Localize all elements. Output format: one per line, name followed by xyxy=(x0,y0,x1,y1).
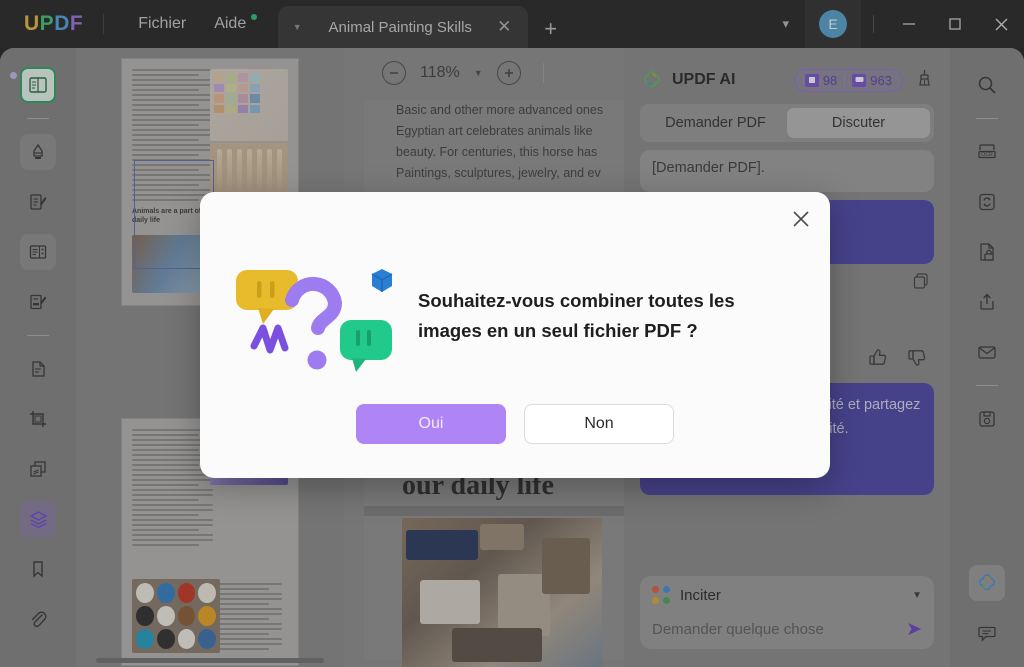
purple-squiggle xyxy=(250,324,289,354)
dialog-close-button[interactable] xyxy=(786,204,816,234)
updf-application-window: U P D F Fichier Aide ▼ Animal Painting S… xyxy=(0,0,1024,667)
dialog-actions: Oui Non xyxy=(200,404,830,444)
close-icon xyxy=(793,211,809,227)
purple-question-mark xyxy=(285,276,343,370)
confirm-button[interactable]: Oui xyxy=(356,404,506,444)
blue-cube xyxy=(371,269,393,292)
dialog-message: Souhaitez-vous combiner toutes les image… xyxy=(418,290,735,341)
question-mark-illustration xyxy=(232,262,402,382)
green-speech-bubble xyxy=(340,320,392,372)
cancel-button[interactable]: Non xyxy=(524,404,674,444)
combine-images-dialog: Souhaitez-vous combiner toutes les image… xyxy=(200,192,830,478)
dialog-body: Souhaitez-vous combiner toutes les image… xyxy=(232,262,800,382)
